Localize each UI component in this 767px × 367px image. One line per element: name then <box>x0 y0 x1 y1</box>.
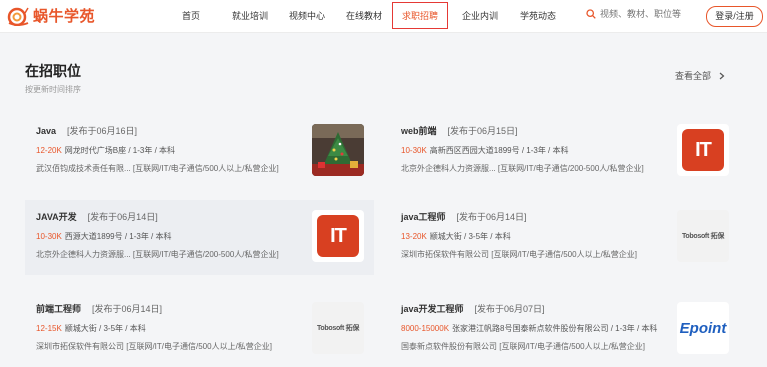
job-company-info: 北京外企德科人力资源服... [互联网/IT/电子通信/200-500人/私营企… <box>36 249 279 260</box>
job-header: web前端 [发布于06月15日] <box>401 124 518 137</box>
company-name[interactable]: 国泰新点软件股份有限公司 <box>401 342 497 351</box>
search-icon[interactable] <box>586 9 596 19</box>
company-logo[interactable]: Tobosoft 拓保 <box>312 302 364 354</box>
job-header: java开发工程师 [发布于06月07日] <box>401 302 545 315</box>
it-logo-icon: IT <box>682 129 724 171</box>
job-salary: 8000-15000K <box>401 324 450 333</box>
job-card[interactable]: Java [发布于06月16日] 12-20K 网龙时代广场B座 / 1-3年 / … <box>25 114 374 189</box>
company-tags: [互联网/IT/电子通信/200-500人/私营企业] <box>497 164 644 173</box>
job-salary: 13-20K <box>401 232 427 241</box>
search-input[interactable] <box>600 9 700 19</box>
job-info: 13-20K 颛城大街 / 3-5年 / 本科 <box>401 231 511 242</box>
job-title[interactable]: Java <box>36 126 56 136</box>
job-info: 8000-15000K 张家港江帆路8号国泰新点软件股份有限公司 / 1-3年 /… <box>401 323 657 334</box>
login-register-button[interactable]: 登录/注册 <box>706 6 763 27</box>
view-all-link[interactable]: 查看全部 <box>675 69 725 82</box>
job-header: 前端工程师 [发布于06月14日] <box>36 302 162 315</box>
company-tags: [互联网/IT/电子通信/200-500人/私营企业] <box>132 250 279 259</box>
job-card[interactable]: JAVA开发 [发布于06月14日] 10-30K 西源大道1899号 / 1-3年… <box>25 200 374 275</box>
job-company-info: 深圳市拓保软件有限公司 [互联网/IT/电子通信/500人以上/私营企业] <box>36 341 272 352</box>
company-tags: [互联网/IT/电子通信/500人以上/私营企业] <box>132 164 279 173</box>
chevron-right-icon <box>719 72 725 79</box>
job-date: [发布于06月14日] <box>87 212 158 222</box>
job-details: 西源大道1899号 / 1-3年 / 本科 <box>64 232 172 241</box>
job-details: 网龙时代广场B座 / 1-3年 / 本科 <box>64 146 176 155</box>
job-title[interactable]: java工程师 <box>401 212 446 222</box>
job-details: 高新西区西园大道1899号 / 1-3年 / 本科 <box>429 146 569 155</box>
job-title[interactable]: 前端工程师 <box>36 304 81 314</box>
nav-online-textbooks[interactable]: 在线教材 <box>346 9 382 22</box>
job-date: [发布于06月07日] <box>474 304 545 314</box>
brand-logo[interactable]: 蜗牛学苑 <box>6 5 95 26</box>
company-tags: [互联网/IT/电子通信/500人以上/私营企业] <box>499 342 646 351</box>
company-tags: [互联网/IT/电子通信/500人以上/私营企业] <box>491 250 638 259</box>
job-salary: 10-30K <box>36 232 62 241</box>
job-card[interactable]: java开发工程师 [发布于06月07日] 8000-15000K 张家港江帆路8号… <box>390 292 739 367</box>
job-card[interactable]: web前端 [发布于06月15日] 10-30K 高新西区西园大道1899号 / 1… <box>390 114 739 189</box>
job-header: Java [发布于06月16日] <box>36 124 137 137</box>
job-details: 颛城大街 / 3-5年 / 本科 <box>429 232 511 241</box>
epoint-logo-icon: Epoint <box>679 319 727 337</box>
tobosoft-logo-icon: Tobosoft 拓保 <box>681 233 725 240</box>
job-info: 12-20K 网龙时代广场B座 / 1-3年 / 本科 <box>36 145 175 156</box>
job-company-info: 北京外企德科人力资源服... [互联网/IT/电子通信/200-500人/私营企… <box>401 163 644 174</box>
company-name[interactable]: 深圳市拓保软件有限公司 <box>36 342 124 351</box>
company-name[interactable]: 北京外企德科人力资源服... <box>401 164 496 173</box>
job-info: 10-30K 西源大道1899号 / 1-3年 / 本科 <box>36 231 172 242</box>
job-details: 张家港江帆路8号国泰新点软件股份有限公司 / 1-3年 / 本科 <box>452 324 658 333</box>
company-name[interactable]: 武汉佰钧成技术责任有限... <box>36 164 131 173</box>
job-details: 颛城大街 / 3-5年 / 本科 <box>64 324 146 333</box>
christmas-tree-photo-icon <box>312 124 364 176</box>
nav-home[interactable]: 首页 <box>182 9 200 22</box>
top-navigation-bar: 蜗牛学苑 首页 就业培训 视频中心 在线教材 求职招聘 企业内训 学苑动态 登录… <box>0 0 767 33</box>
company-tags: [互联网/IT/电子通信/500人以上/私营企业] <box>126 342 273 351</box>
search-bar <box>586 9 700 19</box>
nav-employment-training[interactable]: 就业培训 <box>232 9 268 22</box>
job-card[interactable]: java工程师 [发布于06月14日] 13-20K 颛城大街 / 3-5年 / 本… <box>390 200 739 275</box>
section-title: 在招职位 <box>25 63 81 79</box>
job-salary: 12-20K <box>36 146 62 155</box>
company-name[interactable]: 深圳市拓保软件有限公司 <box>401 250 489 259</box>
job-date: [发布于06月14日] <box>456 212 527 222</box>
job-header: java工程师 [发布于06月14日] <box>401 210 527 223</box>
job-title[interactable]: JAVA开发 <box>36 212 77 222</box>
job-date: [发布于06月15日] <box>447 126 518 136</box>
job-header: JAVA开发 [发布于06月14日] <box>36 210 158 223</box>
job-date: [发布于06月14日] <box>92 304 163 314</box>
job-salary: 10-30K <box>401 146 427 155</box>
job-card[interactable]: 前端工程师 [发布于06月14日] 12-15K 颛城大街 / 3-5年 / 本科 … <box>25 292 374 367</box>
job-salary: 12-15K <box>36 324 62 333</box>
company-logo[interactable]: Epoint <box>677 302 729 354</box>
company-logo[interactable]: IT <box>677 124 729 176</box>
view-all-label: 查看全部 <box>675 71 712 81</box>
job-company-info: 深圳市拓保软件有限公司 [互联网/IT/电子通信/500人以上/私营企业] <box>401 249 637 260</box>
company-logo[interactable]: Tobosoft 拓保 <box>677 210 729 262</box>
company-name[interactable]: 北京外企德科人力资源服... <box>36 250 131 259</box>
nav-video-center[interactable]: 视频中心 <box>289 9 325 22</box>
company-logo-photo[interactable] <box>312 124 364 176</box>
nav-academy-news[interactable]: 学苑动态 <box>520 9 556 22</box>
job-title[interactable]: web前端 <box>401 126 437 136</box>
brand-name: 蜗牛学苑 <box>33 8 96 25</box>
job-info: 10-30K 高新西区西园大道1899号 / 1-3年 / 本科 <box>401 145 569 156</box>
tobosoft-logo-icon: Tobosoft 拓保 <box>316 325 360 332</box>
nav-corporate-training[interactable]: 企业内训 <box>462 9 498 22</box>
it-logo-icon: IT <box>317 215 359 257</box>
job-info: 12-15K 颛城大街 / 3-5年 / 本科 <box>36 323 146 334</box>
nav-job-recruitment[interactable]: 求职招聘 <box>392 2 449 29</box>
job-date: [发布于06月16日] <box>67 126 138 136</box>
snail-logo-icon <box>7 7 29 26</box>
section-subtitle: 按更新时间排序 <box>25 85 81 94</box>
company-logo[interactable]: IT <box>312 210 364 262</box>
job-company-info: 国泰新点软件股份有限公司 [互联网/IT/电子通信/500人以上/私营企业] <box>401 341 645 352</box>
job-company-info: 武汉佰钧成技术责任有限... [互联网/IT/电子通信/500人以上/私营企业] <box>36 163 279 174</box>
job-title[interactable]: java开发工程师 <box>401 304 464 314</box>
